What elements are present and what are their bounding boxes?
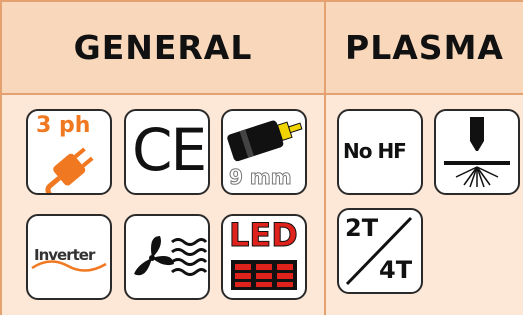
- three-phase-icon: 3 ph: [26, 109, 112, 195]
- header-general: GENERAL: [0, 0, 326, 95]
- trigger-4t-label: 4T: [379, 256, 413, 284]
- inverter-wave-icon: [31, 260, 107, 272]
- fan-cooling-icon: [124, 214, 210, 300]
- tungsten-size-icon: 9 mm: [221, 109, 307, 195]
- feature-table: GENERAL PLASMA 3 ph CE 9 mm Inverter LED…: [0, 0, 523, 315]
- header-general-label: GENERAL: [73, 28, 253, 67]
- ce-mark-icon: CE: [124, 109, 210, 195]
- led-grid-icon: [231, 260, 297, 290]
- tungsten-size-label: 9 mm: [229, 165, 293, 190]
- ce-mark-label: CE: [132, 116, 207, 184]
- inverter-icon: Inverter: [26, 214, 112, 300]
- header-plasma: PLASMA: [326, 0, 523, 95]
- no-hf-label: No HF: [343, 139, 407, 163]
- led-display-icon: LED: [221, 214, 307, 300]
- trigger-2t-label: 2T: [345, 214, 379, 242]
- trigger-2t-4t-icon: 2T 4T: [337, 208, 423, 294]
- plasma-torch-icon: [434, 109, 520, 195]
- header-plasma-label: PLASMA: [345, 28, 504, 67]
- plug-icon: [45, 147, 94, 193]
- no-hf-icon: No HF: [337, 109, 423, 195]
